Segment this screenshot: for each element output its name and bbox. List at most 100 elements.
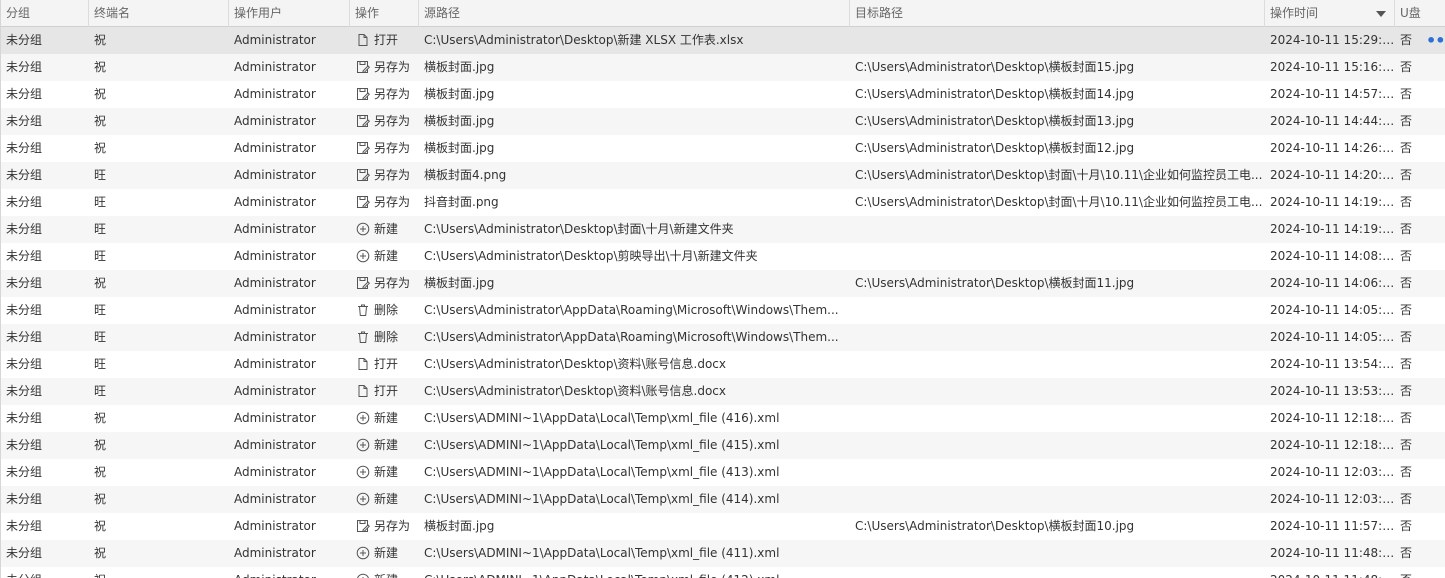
cell-operation: 新建 [350,216,419,243]
cell-time: 2024-10-11 12:03:01 [1270,465,1395,479]
cell-user: Administrator [234,87,316,101]
cell-user: Administrator [234,249,316,263]
operation-label: 新建 [374,546,399,560]
cell-group: 未分组 [6,546,43,560]
save-as-icon [356,276,370,290]
cell-usb: 否 [1395,567,1425,578]
cell-target-path [850,351,1265,378]
cell-operation: 打开 [350,351,419,378]
cell-time: 2024-10-11 14:05:30 [1270,303,1395,317]
operation-label: 打开 [374,384,399,398]
cell-time: 2024-10-11 12:18:01 [1270,411,1395,425]
trash-icon [356,303,370,317]
table-row[interactable]: 未分组 祝 Administrator 另存为 横板封面.jpg C:\Users\Adm… [1,81,1445,108]
cell-group: 未分组 [6,114,43,128]
cell-source-path: C:\Users\ADMINI~1\AppData\Local\Temp\xml… [419,567,850,578]
table-row[interactable]: 未分组 祝 Administrator 另存为 横板封面.jpg C:\Users\Adm… [1,513,1445,540]
cell-usb: 否 [1400,195,1413,209]
more-icon[interactable]: ••• [1426,27,1445,54]
column-header-operation[interactable]: 操作 [350,0,419,27]
table-row[interactable]: 未分组 旺 Administrator 另存为 抖音封面.png C:\Users\Adm… [1,189,1445,216]
cell-usb: 否 [1400,384,1413,398]
table-row[interactable]: 未分组 祝 Administrator 另存为 横板封面.jpg C:\Users\Adm… [1,135,1445,162]
cell-source-path: C:\Users\ADMINI~1\AppData\Local\Temp\xml… [424,438,780,452]
column-header-time[interactable]: 操作时间 [1265,0,1395,27]
cell-usb: 否 [1400,114,1413,128]
cell-usb: 否 [1400,87,1413,101]
table-row[interactable]: 未分组 旺 Administrator 新建 C:\Users\Administrato… [1,243,1445,270]
cell-terminal: 祝 [94,438,107,452]
cell-user: Administrator [234,465,316,479]
cell-user: Administrator [234,222,316,236]
cell-time: 2024-10-11 11:48:01 [1270,546,1395,560]
cell-source-path: 横板封面4.png [424,168,507,182]
column-header-group[interactable]: 分组 [1,0,89,27]
cell-terminal: 祝 [94,546,107,560]
sort-descending-icon[interactable] [1376,11,1386,17]
cell-usb: 否 [1400,249,1413,263]
table-row[interactable]: 未分组 祝 Administrator 另存为 横板封面.jpg C:\Users\Adm… [1,108,1445,135]
cell-target-path: C:\Users\Administrator\Desktop\横板封面11.jp… [855,276,1135,290]
column-header-user[interactable]: 操作用户 [229,0,350,27]
cell-source-path: C:\Users\ADMINI~1\AppData\Local\Temp\xml… [424,546,780,560]
operation-label: 另存为 [374,141,411,155]
table-row[interactable]: 未分组 祝 Administrator 另存为 横板封面.jpg C:\Users\Adm… [1,270,1445,297]
table-row[interactable]: 未分组 祝 Administrator 打开 C:\Users\Administrato… [1,27,1445,54]
save-as-icon [356,519,370,533]
table-row[interactable]: 未分组 祝 Administrator 新建 C:\Users\ADMINI~1\App… [1,540,1445,567]
cell-terminal: 祝 [94,519,107,533]
cell-group: 未分组 [6,438,43,452]
cell-operation: 新建 [350,567,419,578]
cell-usb: 否 [1400,411,1413,425]
table-row[interactable]: 未分组 旺 Administrator 删除 C:\Users\Administrato… [1,297,1445,324]
operation-label: 另存为 [374,87,411,101]
cell-group: 未分组 [6,303,43,317]
cell-group: 未分组 [6,33,43,47]
operation-label: 另存为 [374,114,411,128]
file-icon [356,384,370,398]
table-row[interactable]: 未分组 旺 Administrator 新建 C:\Users\Administrato… [1,216,1445,243]
operation-label: 打开 [374,357,399,371]
cell-usb: 否 [1400,330,1413,344]
cell-time: 2024-10-11 12:18:01 [1270,438,1395,452]
cell-group: 未分组 [6,384,43,398]
cell-terminal: 旺 [94,168,107,182]
cell-operation: 删除 [350,297,419,324]
column-header-target-path[interactable]: 目标路径 [850,0,1265,27]
cell-user: Administrator [234,33,316,47]
cell-target-path [850,378,1265,405]
table-row[interactable]: 未分组 旺 Administrator 另存为 横板封面4.png C:\Users\Ad… [1,162,1445,189]
cell-user: Administrator [234,357,316,371]
table-row[interactable]: 未分组 旺 Administrator 打开 C:\Users\Administrato… [1,351,1445,378]
table-row[interactable]: 未分组祝Administrator新建C:\Users\ADMINI~1\App… [1,567,1445,578]
cell-terminal: 祝 [94,33,107,47]
table-row[interactable]: 未分组祝Administrator新建C:\Users\ADMINI~1\App… [1,459,1445,486]
cell-group: 未分组 [6,330,43,344]
cell-source-path: C:\Users\Administrator\Desktop\新建 XLSX 工… [424,33,744,47]
cell-time: 2024-10-11 14:05:30 [1270,330,1395,344]
cell-group: 未分组 [6,276,43,290]
cell-group: 未分组 [6,87,43,101]
cell-terminal: 旺 [94,357,107,371]
table-row[interactable]: 未分组祝Administrator新建C:\Users\ADMINI~1\App… [1,432,1445,459]
table-row[interactable]: 未分组祝Administrator新建C:\Users\ADMINI~1\App… [1,405,1445,432]
cell-target-path: C:\Users\Administrator\Desktop\横板封面12.jp… [855,141,1135,155]
table-row[interactable]: 未分组 祝 Administrator 另存为 横板封面.jpg C:\Users\Adm… [1,54,1445,81]
cell-source-path: C:\Users\Administrator\AppData\Roaming\M… [424,303,839,317]
cell-user: Administrator [229,567,350,578]
table-row[interactable]: 未分组 旺 Administrator 打开 C:\Users\Administrato… [1,378,1445,405]
column-header-source-path[interactable]: 源路径 [419,0,850,27]
cell-usb: 否 [1400,492,1413,506]
cell-terminal: 旺 [94,330,107,344]
cell-usb: 否 [1400,33,1413,47]
cell-user: Administrator [234,114,316,128]
column-header-terminal[interactable]: 终端名 [89,0,229,27]
table-row[interactable]: 未分组祝Administrator新建C:\Users\ADMINI~1\App… [1,486,1445,513]
cell-usb: 否 [1400,519,1413,533]
cell-user: Administrator [234,546,316,560]
cell-source-path: 横板封面.jpg [424,114,495,128]
column-header-usb[interactable]: U盘 [1395,0,1445,27]
cell-time: 2024-10-11 15:29:55 [1270,33,1395,47]
cell-target-path [850,432,1265,459]
table-row[interactable]: 未分组 旺 Administrator 删除 C:\Users\Administrato… [1,324,1445,351]
